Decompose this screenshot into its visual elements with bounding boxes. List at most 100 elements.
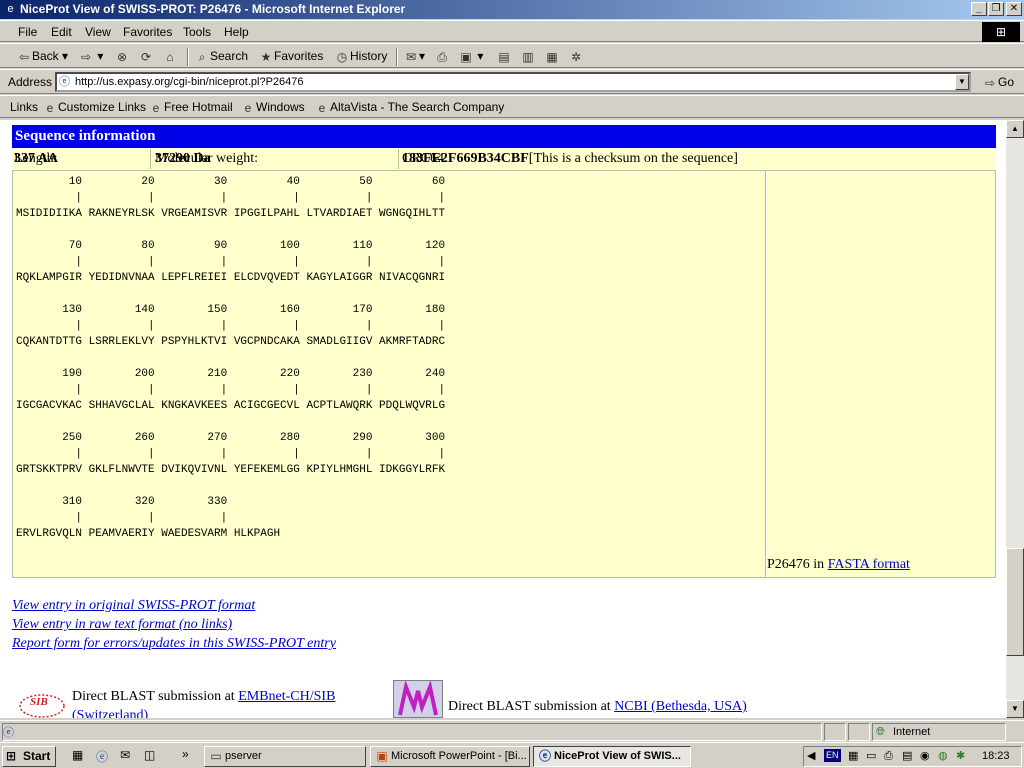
- quicklaunch-app-icon[interactable]: ◫: [144, 748, 155, 762]
- sequence-ticks: | | | | | |: [16, 320, 446, 332]
- toolbar-separator: [187, 48, 189, 66]
- crc-note: [This is a checksum on the sequence]: [528, 151, 738, 166]
- fasta-line: P26476 in FASTA format: [767, 557, 910, 573]
- tools-button[interactable]: ✲: [568, 44, 584, 69]
- task-niceprot[interactable]: ⓔ NiceProt View of SWIS...: [533, 746, 691, 767]
- status-pane: [2, 723, 822, 741]
- edit-icon: ▣: [460, 49, 472, 64]
- window-title-bar[interactable]: NiceProt View of SWISS-PROT: P26476 - Mi…: [0, 0, 1024, 19]
- ncbi-link[interactable]: NCBI (Bethesda, USA): [614, 699, 747, 714]
- forward-button[interactable]: ⇨ ▾: [78, 44, 103, 69]
- print-button[interactable]: ⎙: [434, 44, 450, 69]
- sequence-info-row: Length: 337 AA Molecular weight: 37290 D…: [12, 149, 996, 169]
- link-free-hotmail[interactable]: e Free Hotmail: [148, 96, 233, 118]
- sequence-numbers: 70 80 90 100 110 120: [16, 240, 446, 252]
- language-indicator[interactable]: EN: [824, 749, 841, 762]
- minimize-button[interactable]: _: [971, 2, 987, 16]
- back-button[interactable]: ⇦ Back ▾: [16, 44, 68, 69]
- messenger-button[interactable]: ▦: [544, 44, 560, 69]
- restore-button[interactable]: ❐: [988, 2, 1004, 16]
- tray-printer-icon[interactable]: ⎙: [884, 747, 893, 766]
- tray-update-icon[interactable]: ◉: [920, 747, 930, 766]
- history-button[interactable]: ◷ History: [334, 44, 388, 69]
- link-raw-text[interactable]: View entry in raw text format (no links): [12, 617, 232, 633]
- windows-logo-icon: ⊞: [982, 22, 1020, 42]
- history-label: History: [350, 49, 388, 63]
- quicklaunch-ie-icon[interactable]: ⓔ: [96, 748, 108, 765]
- home-button[interactable]: ⌂: [162, 44, 178, 69]
- menu-tools[interactable]: Tools: [183, 21, 211, 43]
- sequence-residues: IGCGACVKAC SHHAVGCLAL KNGKAVKEES ACIGCGE…: [16, 400, 446, 412]
- favorites-label: Favorites: [274, 49, 324, 63]
- link-report-errors[interactable]: Report form for errors/updates in this S…: [12, 636, 336, 652]
- link-windows[interactable]: e Windows: [240, 96, 305, 118]
- sequence-residues: RQKLAMPGIR YEDIDNVNAA LEPFLREIEI ELCDVQV…: [16, 272, 446, 284]
- task-pserver[interactable]: ▭ pserver: [204, 746, 366, 767]
- status-bar: ⓔ 🌐︎ Internet: [0, 720, 1024, 742]
- address-dropdown-button[interactable]: ▼: [955, 74, 969, 90]
- tray-monitor-icon[interactable]: ▭: [866, 747, 876, 766]
- task-powerpoint[interactable]: ▣ Microsoft PowerPoint - [Bi...: [370, 746, 530, 767]
- quicklaunch-more-icon[interactable]: »: [182, 747, 189, 761]
- scroll-up-button[interactable]: ▲: [1006, 120, 1024, 138]
- page-content[interactable]: Sequence information Length: 337 AA Mole…: [0, 120, 1006, 718]
- menu-favorites[interactable]: Favorites: [123, 21, 172, 43]
- vertical-scrollbar[interactable]: ▲ ▼: [1006, 120, 1024, 718]
- fasta-prefix: P26476 in: [767, 557, 825, 572]
- start-button[interactable]: ⊞ Start: [2, 746, 56, 767]
- address-input[interactable]: ⓔ http://us.expasy.org/cgi-bin/niceprot.p…: [55, 72, 971, 92]
- mail-icon: ✉: [405, 49, 417, 64]
- scroll-thumb[interactable]: [1006, 548, 1024, 656]
- page-icon: ⓔ: [59, 76, 70, 88]
- task-label: pserver: [225, 750, 262, 762]
- go-button[interactable]: ⇨ Go: [982, 70, 1014, 94]
- discuss-icon: ▤: [498, 49, 510, 64]
- tray-app-icon[interactable]: ▤: [902, 747, 912, 766]
- switzerland-link[interactable]: (Switzerland): [72, 708, 148, 718]
- length-label: Length:: [14, 151, 58, 166]
- refresh-button[interactable]: ⟳: [138, 44, 154, 69]
- menu-edit[interactable]: Edit: [51, 21, 72, 43]
- links-label: Links: [10, 100, 39, 114]
- volume-icon[interactable]: ◀: [807, 747, 815, 766]
- menu-view[interactable]: View: [85, 21, 111, 43]
- link-original-format[interactable]: View entry in original SWISS-PROT format: [12, 598, 255, 614]
- link-customize-links[interactable]: e Customize Links: [42, 96, 146, 118]
- sequence-numbers: 130 140 150 160 170 180: [16, 304, 446, 316]
- ie-icon: ⓔ: [538, 749, 551, 763]
- mail-button[interactable]: ✉ ▾: [403, 44, 425, 69]
- toolbar-separator: [396, 48, 398, 66]
- tray-globe-icon[interactable]: ◍: [938, 747, 948, 766]
- tray-network-icon[interactable]: ▦: [848, 747, 858, 766]
- quicklaunch-desktop-icon[interactable]: ▦: [72, 748, 83, 762]
- tray-star-icon[interactable]: ✱: [956, 747, 965, 766]
- sequence-residues: GRTSKKTPRV GKLFLNWVTE DVIKQVIVNL YEFEKEM…: [16, 464, 446, 476]
- edit-button[interactable]: ▣ ▾: [458, 44, 483, 69]
- related-button[interactable]: ▥: [520, 44, 536, 69]
- status-pane: [824, 723, 846, 741]
- taskbar: ⊞ Start ▦ ⓔ ✉ ◫ » ▭ pserver ▣ Microsoft Po…: [0, 742, 1024, 768]
- embnet-link[interactable]: EMBnet-CH/SIB: [238, 689, 335, 704]
- section-header: Sequence information: [12, 125, 996, 148]
- link-altavista[interactable]: e AltaVista - The Search Company: [314, 96, 505, 118]
- standard-toolbar: ⇦ Back ▾ ⇨ ▾ ⊗ ⟳ ⌂ ⌕ Search ★ Favorites ◷ Hi…: [0, 43, 1024, 68]
- window-title: NiceProt View of SWISS-PROT: P26476 - Mi…: [20, 2, 406, 16]
- printer-icon: ⎙: [437, 49, 447, 64]
- stop-button[interactable]: ⊗: [114, 44, 130, 69]
- search-button[interactable]: ⌕ Search: [194, 44, 248, 69]
- back-arrow-icon: ⇦: [18, 49, 30, 64]
- menu-help[interactable]: Help: [224, 21, 249, 43]
- scroll-down-button[interactable]: ▼: [1006, 700, 1024, 718]
- discuss-button[interactable]: ▤: [496, 44, 512, 69]
- fasta-format-link[interactable]: FASTA format: [828, 557, 910, 572]
- sequence-box: 10 20 30 40 50 60 | | | | | | MSIDIDIIKA …: [12, 170, 996, 578]
- sequence-residues: CQKANTDTTG LSRRLEKLVY PSPYHLKTVI VGCPNDC…: [16, 336, 446, 348]
- quicklaunch-outlook-icon[interactable]: ✉: [120, 748, 130, 762]
- related-icon: ▥: [522, 49, 534, 64]
- favorites-button[interactable]: ★ Favorites: [258, 44, 324, 69]
- cell-divider: [398, 149, 399, 169]
- column-divider: [765, 171, 767, 577]
- close-button[interactable]: ✕: [1006, 2, 1022, 16]
- menu-file[interactable]: File: [18, 21, 37, 43]
- back-label: Back: [32, 49, 59, 63]
